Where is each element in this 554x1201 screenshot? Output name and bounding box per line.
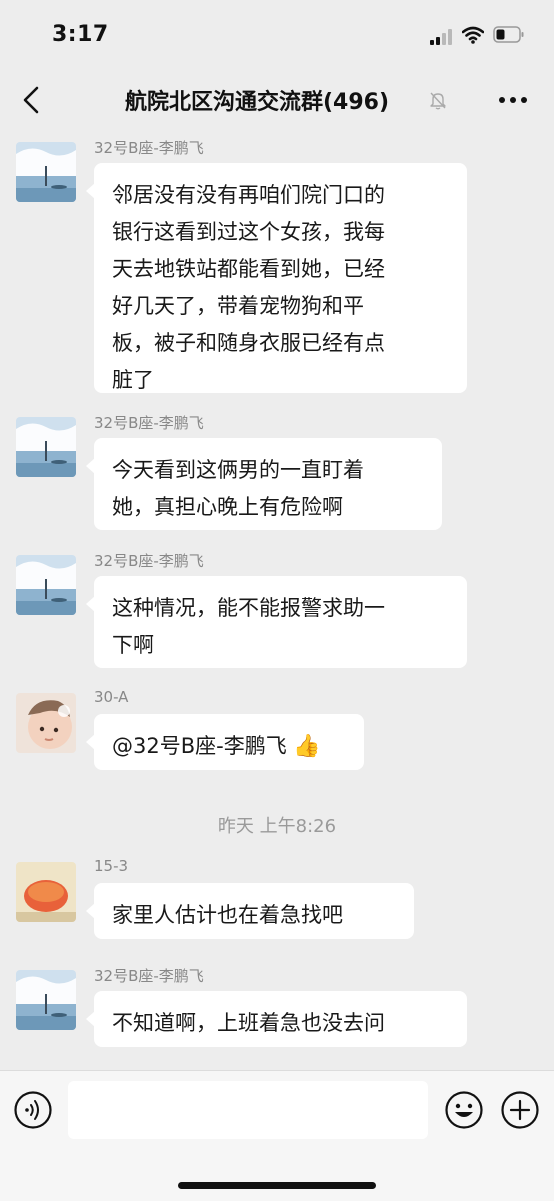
sender-name: 32号B座-李鹏飞 [94, 139, 204, 157]
time-separator: 昨天 上午8:26 [217, 816, 337, 837]
avatar[interactable] [16, 142, 76, 202]
status-bar: 3:17 [0, 0, 554, 70]
sender-name: 30-A [94, 688, 129, 706]
sender-name: 32号B座-李鹏飞 [94, 414, 204, 432]
sender-name: 15-3 [94, 857, 129, 875]
sender-name: 32号B座-李鹏飞 [94, 967, 204, 985]
input-bar [0, 1070, 554, 1201]
message-list[interactable]: 32号B座-李鹏飞 邻居没有没有再咱们院门口的 银行这看到过这个女孩，我每 天去… [0, 130, 554, 1070]
battery-icon [493, 26, 524, 43]
chat-header: 航院北区沟通交流群(496) [0, 70, 554, 130]
more-icon[interactable] [498, 96, 528, 104]
emoji-icon[interactable] [444, 1090, 484, 1130]
group-title: 航院北区沟通交流群(496) [125, 90, 390, 115]
message-input[interactable] [68, 1081, 428, 1139]
wifi-icon [462, 26, 484, 44]
avatar[interactable] [16, 862, 76, 922]
avatar[interactable] [16, 970, 76, 1030]
voice-icon[interactable] [13, 1090, 53, 1130]
message-bubble[interactable]: 今天看到这俩男的一直盯着 她，真担心晚上有危险啊 [86, 438, 442, 530]
thumbs-up-emoji: 👍 [293, 734, 321, 759]
mute-icon [430, 92, 446, 110]
avatar[interactable] [16, 555, 76, 615]
message-bubble[interactable]: 这种情况，能不能报警求助一 下啊 [86, 576, 467, 668]
cellular-signal-icon [430, 29, 456, 45]
mention-text: @32号B座-李鹏飞 [112, 734, 294, 758]
message-bubble[interactable]: 邻居没有没有再咱们院门口的 银行这看到过这个女孩，我每 天去地铁站都能看到她，已… [86, 163, 467, 393]
avatar[interactable] [16, 417, 76, 477]
sender-name: 32号B座-李鹏飞 [94, 552, 204, 570]
message-bubble[interactable]: @32号B座-李鹏飞 👍 [86, 714, 364, 770]
plus-icon[interactable] [500, 1090, 540, 1130]
home-indicator [178, 1182, 376, 1189]
message-bubble[interactable]: 家里人估计也在着急找吧 [86, 883, 414, 939]
avatar[interactable] [16, 693, 76, 753]
back-icon[interactable] [20, 85, 42, 115]
message-bubble[interactable]: 不知道啊，上班着急也没去问 [86, 991, 467, 1047]
status-time: 3:17 [52, 22, 109, 47]
